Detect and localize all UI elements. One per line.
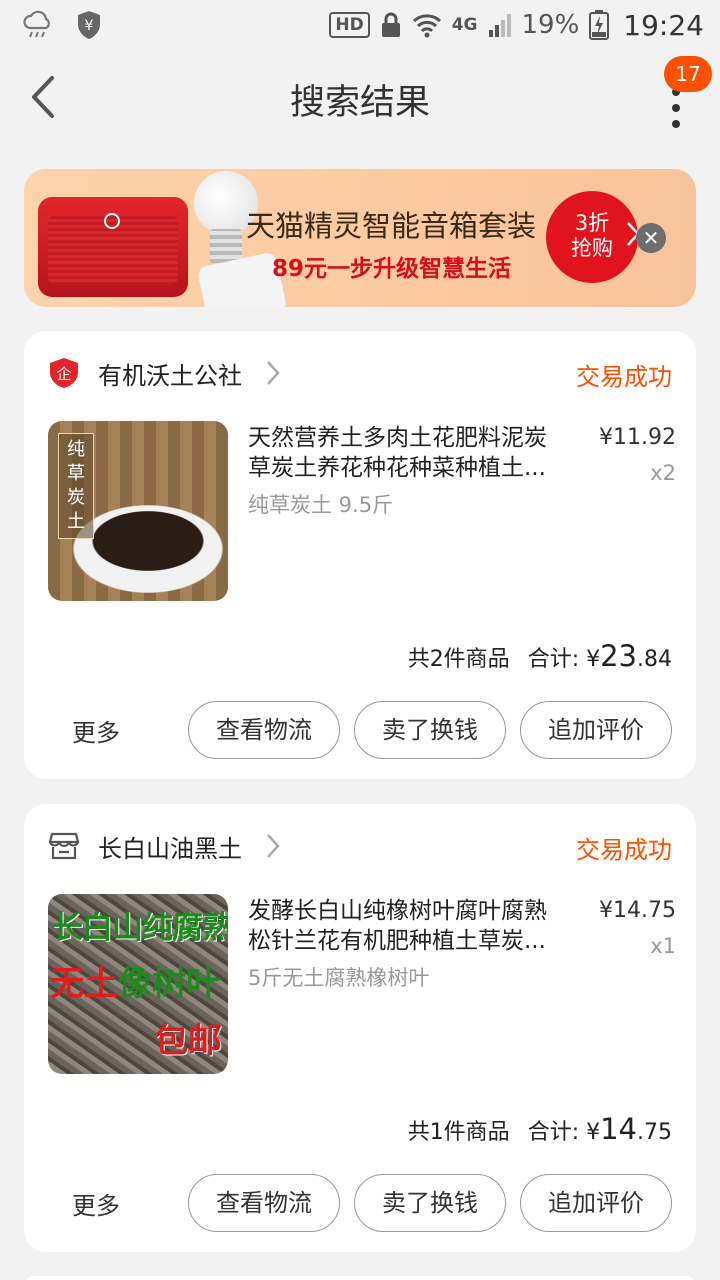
view-logistics-button[interactable]: 查看物流 <box>188 701 340 759</box>
product-title[interactable]: 发酵长白山纯橡树叶腐叶腐熟松针兰花有机肥种植土草炭... <box>248 896 568 956</box>
chevron-right-icon <box>267 834 280 858</box>
store-icon <box>48 832 80 860</box>
order-card[interactable]: 长白山油黑土 交易成功 长白山纯腐熟 无土像树叶 包邮 发酵长白山纯橡树叶腐叶腐… <box>24 804 696 1252</box>
product-thumbnail[interactable]: 长白山纯腐熟 无土像树叶 包邮 <box>48 894 228 1074</box>
more-menu-icon[interactable] <box>670 86 682 130</box>
banner-subtitle: 89元一步升级智慧生活 <box>272 256 512 282</box>
shop-name: 长白山油黑土 <box>98 834 242 863</box>
status-bar: ¥ HD 4G 19% 19:24 <box>0 0 720 50</box>
cta-line-1: 3折 <box>574 211 610 235</box>
item-count: 共2件商品 <box>407 647 510 672</box>
shop-name: 有机沃土公社 <box>98 361 242 390</box>
add-review-button[interactable]: 追加评价 <box>520 1174 672 1232</box>
chevron-right-icon <box>267 361 280 385</box>
order-summary: 共1件商品 合计: ¥ 14 .75 <box>408 1112 672 1146</box>
product-title[interactable]: 天然营养土多肉土花肥料泥炭草炭土养花种花种菜种植土... <box>248 423 568 483</box>
shop-header[interactable]: 企 有机沃土公社 <box>48 353 280 393</box>
resell-button[interactable]: 卖了换钱 <box>354 1174 506 1232</box>
item-count: 共1件商品 <box>407 1120 510 1145</box>
product-sku: 纯草炭土 9.5斤 <box>248 493 394 517</box>
product-quantity: x2 <box>650 461 676 485</box>
page-title: 搜索结果 <box>289 83 430 123</box>
banner-title: 天猫精灵智能音箱套装 <box>246 209 537 243</box>
banner-cta-button[interactable]: 3折 抢购 <box>546 191 640 283</box>
shop-header[interactable]: 长白山油黑土 <box>48 826 280 866</box>
product-price: ¥11.92 <box>599 425 676 450</box>
hd-badge: HD <box>329 12 370 38</box>
battery-percent: 19% <box>521 10 580 40</box>
view-logistics-button[interactable]: 查看物流 <box>188 1174 340 1232</box>
product-thumbnail[interactable]: 纯草炭土 <box>48 421 228 601</box>
total-label: 合计: ¥ <box>527 1120 601 1145</box>
svg-text:企: 企 <box>56 365 71 383</box>
product-price: ¥14.75 <box>599 898 676 923</box>
clock: 19:24 <box>623 8 704 42</box>
svg-text:¥: ¥ <box>85 18 94 34</box>
yen-shield-icon: ¥ <box>78 11 100 39</box>
total-decimal: .75 <box>637 1120 672 1145</box>
total-decimal: .84 <box>637 647 672 672</box>
resell-button[interactable]: 卖了换钱 <box>354 701 506 759</box>
signal-icon <box>488 14 511 37</box>
total-integer: 23 <box>600 639 637 673</box>
promo-banner[interactable]: 天猫精灵智能音箱套装 89元一步升级智慧生活 3折 抢购 ✕ <box>24 169 696 307</box>
more-actions-link[interactable]: 更多 <box>72 713 120 748</box>
product-sku: 5斤无土腐熟橡树叶 <box>248 966 430 990</box>
thumbnail-text-line-2: 无土像树叶 <box>50 964 220 1004</box>
enterprise-shield-icon: 企 <box>50 358 78 388</box>
banner-close-icon[interactable]: ✕ <box>636 223 666 253</box>
total-label: 合计: ¥ <box>527 647 601 672</box>
thumbnail-text-line-3: 包邮 <box>154 1021 222 1061</box>
wifi-icon <box>412 14 441 38</box>
message-count-badge: 17 <box>664 56 712 92</box>
order-card-partial <box>24 1276 696 1280</box>
weather-rain-icon <box>23 10 50 38</box>
battery-charging-icon <box>589 10 610 40</box>
product-quantity: x1 <box>650 934 676 958</box>
thumbnail-text-line-1: 长白山纯腐熟 <box>52 910 228 946</box>
more-actions-link[interactable]: 更多 <box>72 1186 120 1221</box>
thumbnail-tag: 纯草炭土 <box>58 433 94 539</box>
smart-speaker-image <box>38 197 188 297</box>
top-bar: 搜索结果 17 <box>0 50 720 146</box>
lock-icon <box>381 12 400 37</box>
add-review-button[interactable]: 追加评价 <box>520 701 672 759</box>
order-status: 交易成功 <box>576 363 672 391</box>
total-integer: 14 <box>600 1112 637 1146</box>
order-summary: 共2件商品 合计: ¥ 23 .84 <box>408 639 672 673</box>
order-status: 交易成功 <box>576 836 672 864</box>
network-type-label: 4G <box>451 15 478 35</box>
cta-line-2: 抢购 <box>571 236 613 260</box>
order-card[interactable]: 企 有机沃土公社 交易成功 纯草炭土 天然营养土多肉土花肥料泥炭草炭土养花种花种… <box>24 331 696 779</box>
